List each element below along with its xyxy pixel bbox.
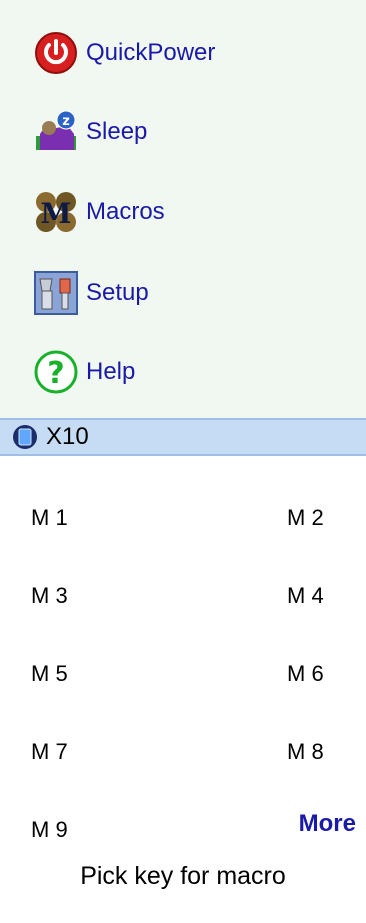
macros-icon: M xyxy=(34,190,78,234)
menu-item-label: QuickPower xyxy=(86,39,216,66)
menu-item-help[interactable]: ? Help xyxy=(34,350,135,394)
macro-key-m1[interactable]: M 1 xyxy=(31,505,68,531)
svg-text:?: ? xyxy=(47,356,64,391)
menu-item-sleep[interactable]: z Sleep xyxy=(34,110,147,154)
main-menu: QuickPower z Sleep M Macros Setup ? Help xyxy=(0,0,366,418)
status-text: Pick key for macro xyxy=(80,862,286,890)
device-selector-x10[interactable]: X10 xyxy=(0,418,366,456)
menu-item-label: Sleep xyxy=(86,118,148,145)
svg-text:M: M xyxy=(41,197,72,230)
more-link[interactable]: More xyxy=(299,810,356,838)
macro-key-m2[interactable]: M 2 xyxy=(287,505,324,531)
macro-key-m6[interactable]: M 6 xyxy=(287,661,324,687)
macro-key-m3[interactable]: M 3 xyxy=(31,583,68,609)
menu-item-label: Macros xyxy=(86,198,165,225)
macro-key-m7[interactable]: M 7 xyxy=(31,739,68,765)
macro-key-m8[interactable]: M 8 xyxy=(287,739,324,765)
help-icon: ? xyxy=(34,350,78,394)
device-label: X10 xyxy=(46,423,89,450)
menu-item-quickpower[interactable]: QuickPower xyxy=(34,31,215,75)
menu-item-label: Help xyxy=(86,358,136,385)
x10-device-icon xyxy=(12,423,38,451)
menu-item-macros[interactable]: M Macros xyxy=(34,190,165,234)
setup-icon xyxy=(34,271,78,315)
macro-key-m5[interactable]: M 5 xyxy=(31,661,68,687)
menu-item-setup[interactable]: Setup xyxy=(34,271,149,315)
macro-key-m9[interactable]: M 9 xyxy=(31,817,68,843)
svg-text:z: z xyxy=(62,114,70,129)
macro-key-m4[interactable]: M 4 xyxy=(287,583,324,609)
sleep-icon: z xyxy=(34,110,78,154)
menu-item-label: Setup xyxy=(86,279,149,306)
power-icon xyxy=(34,31,78,75)
